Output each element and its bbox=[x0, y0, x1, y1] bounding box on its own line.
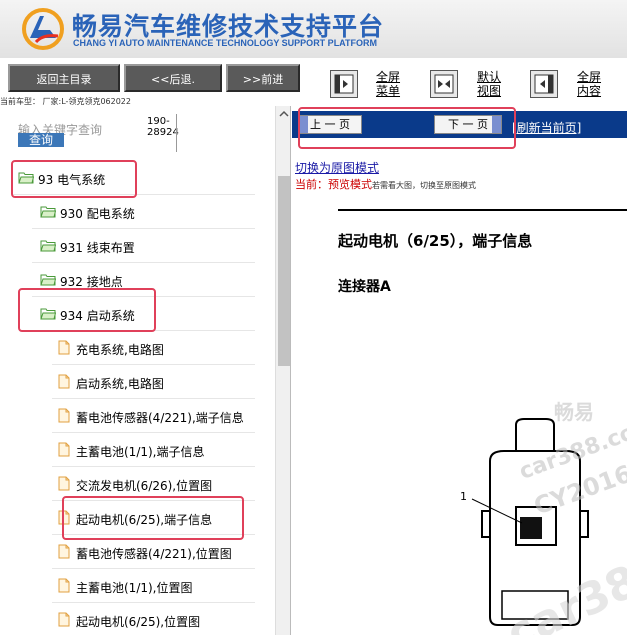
toolbar: 返回主目录 <<后退. >>前进 全屏 菜单 默认 视图 全屏 内容 当前车型： 厂家… bbox=[0, 58, 627, 106]
forward-button[interactable]: >>前进 bbox=[226, 64, 300, 92]
tree-doc[interactable]: 起动电机(6/25),位置图 bbox=[52, 603, 255, 635]
highlight-box bbox=[62, 496, 244, 540]
document-icon bbox=[58, 340, 70, 355]
tree-doc-label: 交流发电机(6/26),位置图 bbox=[76, 479, 213, 493]
divider bbox=[338, 209, 627, 211]
app-header: 畅易汽车维修技术支持平台 CHANG YI AUTO MAINTENANCE T… bbox=[0, 0, 627, 58]
refresh-page-link[interactable]: [刷新当前页] bbox=[512, 119, 581, 136]
current-mode-text: 当前：预览模式若需看大图，切换至原图模式 bbox=[295, 178, 476, 191]
tree-doc-label: 起动电机(6/25),位置图 bbox=[76, 615, 201, 629]
document-icon bbox=[58, 578, 70, 593]
scrollbar-thumb[interactable] bbox=[278, 176, 290, 366]
document-title: 起动电机（6/25），端子信息 bbox=[338, 232, 533, 250]
home-button[interactable]: 返回主目录 bbox=[8, 64, 120, 92]
logo-icon bbox=[22, 8, 64, 50]
watermark: 畅易 bbox=[554, 400, 594, 424]
app-subtitle: CHANG YI AUTO MAINTENANCE TECHNOLOGY SUP… bbox=[73, 38, 378, 48]
tree-folder-label: 931 线束布置 bbox=[60, 241, 135, 255]
highlight-box bbox=[18, 288, 156, 332]
search-button[interactable]: 查询 bbox=[18, 133, 64, 147]
tree-panel: 输入关键字查询 查询 190- 28924 93 电气系统 930 配电系统 93… bbox=[0, 106, 291, 635]
tree-doc-label: 启动系统,电路图 bbox=[76, 377, 164, 391]
tree-folder-930[interactable]: 930 配电系统 bbox=[32, 195, 255, 229]
document-icon bbox=[58, 408, 70, 423]
result-count: 190- 28924 bbox=[147, 116, 179, 138]
fullscreen-menu-label[interactable]: 全屏 菜单 bbox=[376, 70, 400, 98]
fullscreen-content-icon bbox=[534, 74, 554, 94]
tree-doc[interactable]: 充电系统,电路图 bbox=[52, 331, 255, 365]
folder-open-icon bbox=[40, 274, 56, 286]
fullscreen-content-button[interactable] bbox=[530, 70, 558, 98]
default-view-icon bbox=[434, 74, 454, 94]
folder-open-icon bbox=[40, 240, 56, 252]
document-viewer: 上 一 页 下 一 页 [刷新当前页] 切换为原图模式 当前：预览模式若需看大图… bbox=[292, 106, 627, 635]
fullscreen-content-label[interactable]: 全屏 内容 bbox=[577, 70, 601, 98]
tree-doc[interactable]: 蓄电池传感器(4/221),位置图 bbox=[52, 535, 255, 569]
fullscreen-menu-icon bbox=[334, 74, 354, 94]
tree-doc[interactable]: 主蓄电池(1/1),端子信息 bbox=[52, 433, 255, 467]
back-button[interactable]: <<后退. bbox=[124, 64, 222, 92]
tree-doc-label: 主蓄电池(1/1),位置图 bbox=[76, 581, 193, 595]
tree-doc[interactable]: 启动系统,电路图 bbox=[52, 365, 255, 399]
highlight-box bbox=[298, 107, 516, 149]
switch-mode-link[interactable]: 切换为原图模式 bbox=[295, 159, 379, 176]
highlight-box bbox=[11, 160, 137, 198]
tree-folder-label: 930 配电系统 bbox=[60, 207, 135, 221]
default-view-label[interactable]: 默认 视图 bbox=[477, 70, 501, 98]
callout-label: 1 bbox=[460, 490, 467, 503]
document-icon bbox=[58, 476, 70, 491]
tree-doc[interactable]: 主蓄电池(1/1),位置图 bbox=[52, 569, 255, 603]
document-icon bbox=[58, 544, 70, 559]
scroll-up-icon[interactable] bbox=[276, 106, 291, 122]
folder-open-icon bbox=[40, 206, 56, 218]
tree-doc-label: 充电系统,电路图 bbox=[76, 343, 164, 357]
tree-doc-label: 蓄电池传感器(4/221),位置图 bbox=[76, 547, 232, 561]
tree-scrollbar[interactable] bbox=[275, 106, 291, 635]
fullscreen-menu-button[interactable] bbox=[330, 70, 358, 98]
tree-doc-label: 蓄电池传感器(4/221),端子信息 bbox=[76, 411, 244, 425]
tree-folder-931[interactable]: 931 线束布置 bbox=[32, 229, 255, 263]
connector-title: 连接器A bbox=[338, 279, 391, 295]
document-icon bbox=[58, 612, 70, 627]
divider bbox=[176, 114, 177, 152]
default-view-button[interactable] bbox=[430, 70, 458, 98]
tree-doc-label: 主蓄电池(1/1),端子信息 bbox=[76, 445, 205, 459]
document-icon bbox=[58, 374, 70, 389]
tree-doc[interactable]: 蓄电池传感器(4/221),端子信息 bbox=[52, 399, 255, 433]
document-icon bbox=[58, 442, 70, 457]
